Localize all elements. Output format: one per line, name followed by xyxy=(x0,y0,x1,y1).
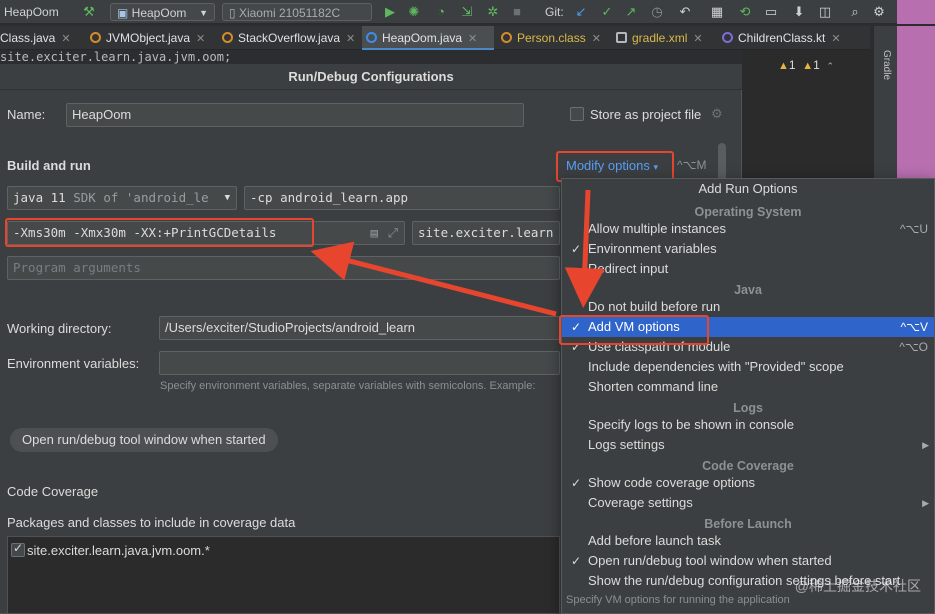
annotation-arrows xyxy=(310,189,605,317)
annotation-arrow-left xyxy=(310,241,557,317)
watermark: @稀土掘金技术社区 xyxy=(794,578,921,594)
annotation-arrow-down xyxy=(564,189,605,308)
